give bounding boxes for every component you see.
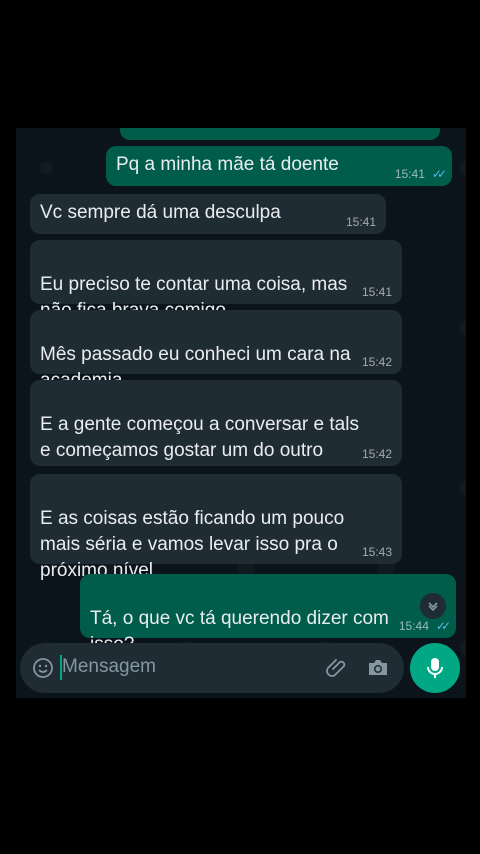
message-text: E as coisas estão ficando um pouco mais … (40, 508, 345, 581)
message-bubble-2[interactable]: Vc sempre dá uma desculpa 15:41 (30, 194, 386, 234)
double-check-icon: ✓✓ (435, 619, 451, 633)
attach-icon[interactable] (326, 656, 350, 685)
partial-message-bubble (120, 128, 440, 140)
message-time: 15:41 (345, 215, 376, 229)
chevron-down-icon (428, 602, 438, 612)
message-bubble-6[interactable]: E as coisas estão ficando um pouco mais … (30, 474, 402, 581)
message-time: 15:44 ✓✓ (398, 619, 451, 633)
message-time: 15:41 (361, 285, 392, 299)
camera-icon[interactable] (366, 656, 390, 685)
message-text: Pq a minha mãe tá doente (116, 154, 339, 175)
chat-area[interactable]: Pq a minha mãe tá doente 15:41 ✓✓ Vc semp… (16, 128, 466, 698)
mic-icon (427, 658, 443, 678)
message-bubble-4[interactable]: Mês passado eu conheci um cara na academ… (30, 310, 402, 391)
message-bubble-5[interactable]: E a gente começou a conversar e tals e c… (30, 380, 402, 466)
emoji-icon[interactable] (32, 657, 54, 684)
message-input-bar: Mensagem (20, 643, 404, 693)
message-text: E a gente começou a conversar e tals e c… (40, 414, 359, 461)
message-time: 15:43 (361, 545, 392, 559)
mic-button[interactable] (410, 643, 460, 693)
message-bubble-3[interactable]: Eu preciso te contar uma coisa, mas não … (30, 240, 402, 321)
message-input[interactable]: Mensagem (62, 656, 156, 678)
message-bubble-1[interactable]: Pq a minha mãe tá doente 15:41 ✓✓ (106, 146, 452, 186)
double-check-icon: ✓✓ (431, 167, 447, 181)
message-time: 15:42 (361, 355, 392, 369)
message-text: Vc sempre dá uma desculpa (40, 202, 281, 223)
scroll-down-button[interactable] (420, 593, 446, 619)
message-time: 15:42 (361, 447, 392, 461)
message-time: 15:41 ✓✓ (394, 167, 447, 181)
message-bubble-7[interactable]: Tá, o que vc tá querendo dizer com isso?… (80, 574, 456, 655)
